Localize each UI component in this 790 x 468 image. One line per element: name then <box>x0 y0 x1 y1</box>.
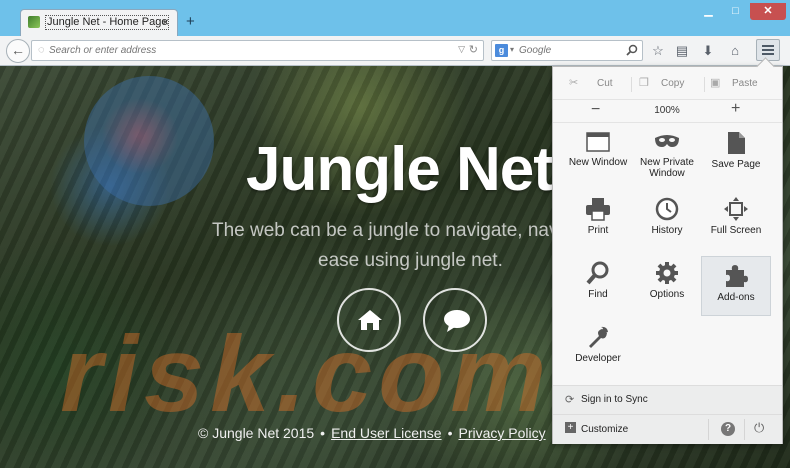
home-icon[interactable]: ⌂ <box>725 41 745 61</box>
new-window-button[interactable]: New Window <box>563 131 633 193</box>
sign-in-sync-button[interactable]: ⟳ Sign in to Sync <box>553 386 782 415</box>
zoom-in-button[interactable]: + <box>731 100 740 118</box>
page-footer: © Jungle Net 2015 • End User License • Priva… <box>198 425 577 441</box>
private-mask-icon <box>655 135 679 147</box>
search-bar[interactable]: g ▾ <box>491 40 643 61</box>
full-screen-button[interactable]: Full Screen <box>701 197 771 259</box>
save-page-label: Save Page <box>711 159 761 170</box>
reload-icon[interactable]: ↻ <box>469 43 478 56</box>
footer-separator: • <box>320 425 326 441</box>
divider <box>631 77 632 92</box>
print-label: Print <box>587 225 609 236</box>
close-window-button[interactable]: ✕ <box>750 3 786 20</box>
title-bar: Jungle Net - Home Page × + ▁ □ ✕ <box>0 0 790 36</box>
edit-controls: ✂ Cut ❐ Copy ▣ Paste <box>553 73 782 95</box>
options-button[interactable]: Options <box>632 261 702 323</box>
tab-title: Jungle Net - Home Page <box>45 15 170 30</box>
zoom-reset-button[interactable]: 100% <box>643 105 691 116</box>
navigation-toolbar: ← ◌ ▽ ↻ g ▾ ☆ ▤ ⬇ ⌂ <box>0 36 790 66</box>
google-engine-icon[interactable]: g <box>495 44 508 57</box>
full-screen-label: Full Screen <box>710 225 762 236</box>
sync-icon: ⟳ <box>565 394 575 406</box>
find-button[interactable]: Find <box>563 261 633 323</box>
magnifier-icon <box>586 261 609 285</box>
find-label: Find <box>588 289 608 300</box>
help-button[interactable]: ? <box>721 422 735 436</box>
new-tab-button[interactable]: + <box>186 13 195 30</box>
chat-button[interactable] <box>423 288 487 352</box>
back-arrow-icon: ← <box>11 42 25 58</box>
new-private-window-button[interactable]: New Private Window <box>632 131 702 193</box>
search-input[interactable] <box>519 43 619 58</box>
divider <box>744 419 745 440</box>
save-page-button[interactable]: Save Page <box>701 131 771 193</box>
puzzle-icon <box>726 265 748 287</box>
privacy-policy-link[interactable]: Privacy Policy <box>459 425 546 441</box>
clipboard-icon: ▣ <box>710 77 721 89</box>
cut-label: Cut <box>597 78 613 89</box>
customize-label: Customize <box>581 424 629 435</box>
new-private-window-label: New Private Window <box>640 157 694 179</box>
tagline-line2: ease using jungle net. <box>318 250 503 271</box>
options-label: Options <box>649 289 685 300</box>
fullscreen-icon <box>724 197 748 221</box>
firefox-menu-panel: ✂ Cut ❐ Copy ▣ Paste − 100% + New Window… <box>552 66 783 444</box>
zoom-out-button[interactable]: − <box>591 101 600 119</box>
customize-row: + Customize ? ⏻ <box>553 415 782 444</box>
tab-close-icon[interactable]: × <box>162 15 169 29</box>
history-button[interactable]: History <box>632 197 702 259</box>
reading-list-icon[interactable]: ▤ <box>672 41 692 61</box>
add-ons-label: Add-ons <box>717 292 755 303</box>
footer-separator: • <box>447 425 453 441</box>
panel-footer: ⟳ Sign in to Sync + Customize ? ⏻ <box>553 385 782 444</box>
bookmark-star-icon[interactable]: ☆ <box>648 41 668 61</box>
end-user-license-link[interactable]: End User License <box>331 425 442 441</box>
maximize-button[interactable]: □ <box>723 3 748 20</box>
scissors-icon: ✂ <box>569 77 579 89</box>
minimize-button[interactable]: ▁ <box>696 3 721 20</box>
printer-icon <box>586 198 610 221</box>
back-button[interactable]: ← <box>6 39 30 63</box>
downloads-icon[interactable]: ⬇ <box>698 41 718 61</box>
url-input[interactable] <box>49 43 449 58</box>
copy-label: Copy <box>661 78 685 89</box>
divider <box>708 419 709 440</box>
copy-button[interactable]: ❐ Copy <box>639 73 703 95</box>
favicon-icon <box>28 16 40 28</box>
developer-button[interactable]: Developer <box>563 325 633 387</box>
gear-icon <box>656 262 678 284</box>
watermark-logo <box>84 76 214 206</box>
clock-icon <box>655 197 679 221</box>
url-dropdown-icon[interactable]: ▽ <box>458 44 465 55</box>
copyright-text: © Jungle Net 2015 <box>198 425 315 441</box>
developer-label: Developer <box>575 353 621 364</box>
quit-button[interactable]: ⏻ <box>754 420 764 436</box>
home-button[interactable] <box>337 288 401 352</box>
new-window-label: New Window <box>568 157 628 168</box>
divider <box>704 77 705 92</box>
site-title: Jungle Net <box>246 135 554 204</box>
open-menu-button[interactable] <box>756 39 780 61</box>
wrench-icon <box>589 326 608 348</box>
paste-label: Paste <box>732 78 758 89</box>
cut-button[interactable]: ✂ Cut <box>569 73 629 95</box>
engine-dropdown-icon[interactable]: ▾ <box>510 45 514 54</box>
globe-icon: ◌ <box>38 44 45 56</box>
copy-icon: ❐ <box>639 77 649 89</box>
paste-button[interactable]: ▣ Paste <box>710 73 776 95</box>
print-button[interactable]: Print <box>563 197 633 259</box>
speech-bubble-icon <box>444 310 470 332</box>
tab-jungle-net[interactable]: Jungle Net - Home Page × <box>20 9 178 36</box>
zoom-controls: − 100% + <box>553 99 782 123</box>
save-page-icon <box>728 132 745 154</box>
add-ons-button[interactable]: Add-ons <box>701 256 771 316</box>
search-icon[interactable] <box>626 44 638 56</box>
home-icon <box>358 310 382 330</box>
customize-plus-icon: + <box>565 422 576 433</box>
url-bar[interactable]: ◌ ▽ ↻ <box>31 40 484 61</box>
sync-label: Sign in to Sync <box>581 394 648 405</box>
history-label: History <box>651 225 683 236</box>
new-window-icon <box>586 132 610 152</box>
